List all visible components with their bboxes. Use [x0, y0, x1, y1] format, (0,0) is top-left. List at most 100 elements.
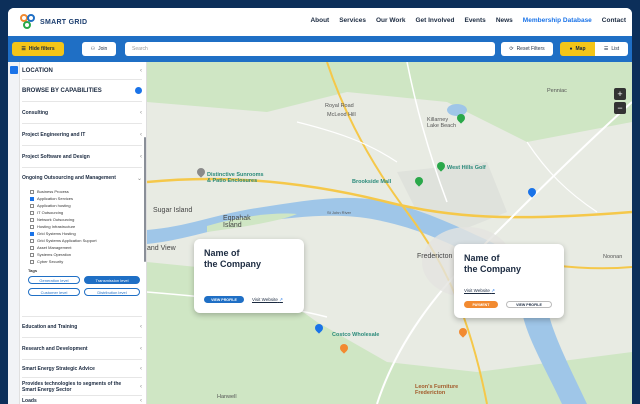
map-view[interactable]: Royal Road McLeod Hill Killarney Lake Be…: [147, 62, 632, 404]
visit-website-link[interactable]: Visit Website ↗: [252, 297, 283, 303]
visit-website-label: Visit Website: [464, 288, 490, 293]
sub-hosting-infrastructure[interactable]: Hosting Infrastructure: [30, 224, 75, 229]
map-label: Map: [575, 46, 586, 52]
map-label-noonan: Noonan: [603, 254, 623, 260]
search-input[interactable]: Search: [125, 42, 495, 56]
nav-about[interactable]: About: [310, 17, 329, 24]
sub-label: Application hosting: [37, 203, 71, 208]
tags-label: Tags: [28, 268, 38, 273]
checkbox[interactable]: [30, 259, 34, 264]
visit-website-link[interactable]: Visit Website ↗: [464, 288, 495, 294]
map-label-sugar-island: Sugar Island: [153, 207, 193, 214]
section-label: Education and Training: [22, 324, 78, 330]
checkbox[interactable]: [30, 224, 34, 229]
location-label: LOCATION: [22, 67, 53, 74]
sidebar-scrollbar[interactable]: [144, 137, 146, 262]
section-smart-energy-advice[interactable]: Smart Energy Strategic Advice ‹: [22, 360, 142, 378]
section-label: Project Engineering and IT: [22, 131, 86, 138]
menu-icon[interactable]: [10, 66, 18, 74]
hide-filters-button[interactable]: ☰ Hide filters: [12, 42, 64, 56]
brand-logo[interactable]: SMART GRID: [20, 14, 87, 30]
sub-it-outsourcing[interactable]: IT Outsourcing: [30, 210, 63, 215]
sub-label: Business Process: [37, 189, 69, 194]
section-research-development[interactable]: Research and Development ‹: [22, 338, 142, 360]
hide-filters-label: Hide filters: [28, 46, 55, 52]
reset-icon: ⟳: [509, 46, 514, 52]
zoom-in-button[interactable]: +: [614, 88, 626, 100]
checkbox[interactable]: [30, 189, 34, 194]
map-label-west-hills-golf: West Hills Golf: [447, 165, 486, 171]
checkbox[interactable]: [30, 231, 34, 236]
user-icon: ⚇: [90, 46, 96, 52]
sidebar-icon-strip: [8, 62, 20, 404]
sub-network-outsourcing[interactable]: Network Outsourcing: [30, 217, 74, 222]
nav-events[interactable]: Events: [464, 17, 485, 24]
map-label-royal-road: Royal Road: [325, 103, 354, 109]
section-education-training[interactable]: Education and Training ‹: [22, 316, 142, 338]
checkbox[interactable]: [30, 238, 34, 243]
sub-systems-operation[interactable]: Systems Operation: [30, 252, 71, 257]
zoom-out-button[interactable]: −: [614, 102, 626, 114]
section-consulting[interactable]: Consulting ‹: [22, 102, 142, 124]
map-label-hanwell: Hanwell: [217, 394, 237, 400]
nav-get-involved[interactable]: Get Involved: [415, 17, 454, 24]
section-provides-technologies[interactable]: Provides technologies to segments of the…: [22, 378, 142, 396]
section-label: Loads: [22, 398, 37, 404]
sub-asset-management[interactable]: Asset Management: [30, 245, 71, 250]
list-view-button[interactable]: ☰ List: [595, 42, 628, 56]
company-card[interactable]: Name of the Company VIEW PROFILE Visit W…: [194, 239, 304, 313]
sub-business-process[interactable]: Business Process: [30, 189, 69, 194]
tag-customer-level[interactable]: Customer level: [28, 288, 80, 296]
company-name: Name of the Company: [464, 253, 522, 274]
nav-membership-database[interactable]: Membership Database: [523, 17, 592, 24]
chevron-left-icon: ‹: [140, 324, 142, 330]
sub-label: Grid Systems Application Support: [37, 238, 97, 243]
tag-transmission-level[interactable]: Transmission level: [84, 276, 140, 284]
reset-filters-button[interactable]: ⟳ Reset Filters: [501, 42, 553, 56]
section-project-engineering[interactable]: Project Engineering and IT ‹: [22, 124, 142, 146]
external-link-icon: ↗: [491, 288, 495, 293]
checkbox[interactable]: [30, 245, 34, 250]
map-view-button[interactable]: ● Map: [560, 42, 595, 56]
chevron-left-icon: ‹: [140, 153, 142, 160]
checkbox[interactable]: [30, 196, 34, 201]
nav-contact[interactable]: Contact: [602, 17, 626, 24]
payment-button[interactable]: PAYMENT: [464, 301, 498, 308]
sub-cyber-security[interactable]: Cyber Security: [30, 259, 63, 264]
section-project-software[interactable]: Project Software and Design ‹: [22, 146, 142, 168]
checkbox[interactable]: [30, 252, 34, 257]
nav-services[interactable]: Services: [339, 17, 366, 24]
company-card[interactable]: Name of the Company Visit Website ↗ PAYM…: [454, 244, 564, 318]
sub-application-hosting[interactable]: Application hosting: [30, 203, 71, 208]
location-filter[interactable]: LOCATION ‹: [22, 62, 142, 80]
info-badge-icon: [135, 87, 142, 94]
checkbox[interactable]: [30, 203, 34, 208]
checkbox[interactable]: [30, 217, 34, 222]
brand-name: SMART GRID: [40, 18, 88, 26]
map-label-and-view: and View: [147, 245, 176, 252]
sub-label: Grid Systems Hosting: [37, 231, 76, 236]
browse-capabilities-header[interactable]: BROWSE BY CAPABILITIES: [22, 80, 142, 102]
sub-grid-systems-application-support[interactable]: Grid Systems Application Support: [30, 238, 97, 243]
company-name: Name of the Company: [204, 248, 262, 269]
section-loads[interactable]: Loads ‹: [22, 396, 142, 404]
tag-distribution-level[interactable]: Distribution level: [84, 288, 140, 296]
section-ongoing-outsourcing[interactable]: Ongoing Outsourcing and Management ⌄: [22, 168, 142, 188]
join-button[interactable]: ⚇ Join: [82, 42, 116, 56]
nav-news[interactable]: News: [496, 17, 513, 24]
map-label-eqpahak-island: Eqpahak Island: [223, 215, 251, 229]
nav-our-work[interactable]: Our Work: [376, 17, 406, 24]
chevron-left-icon: ‹: [140, 67, 142, 74]
sub-grid-systems-hosting[interactable]: Grid Systems Hosting: [30, 231, 76, 236]
map-label-distinctive-sunrooms: Distinctive Sunrooms & Patio Enclosures: [207, 172, 264, 184]
view-profile-button[interactable]: VIEW PROFILE: [204, 296, 244, 303]
section-label: Ongoing Outsourcing and Management: [22, 175, 116, 181]
map-pin-icon: ●: [569, 46, 573, 52]
sub-label: Systems Operation: [37, 252, 72, 257]
sub-label: Cyber Security: [37, 259, 64, 264]
checkbox[interactable]: [30, 210, 34, 215]
view-profile-button[interactable]: VIEW PROFILE: [506, 301, 552, 308]
app-window: SMART GRID About Services Our Work Get I…: [8, 8, 632, 404]
tag-generation-level[interactable]: Generation level: [28, 276, 80, 284]
sub-application-services[interactable]: Application Services: [30, 196, 73, 201]
